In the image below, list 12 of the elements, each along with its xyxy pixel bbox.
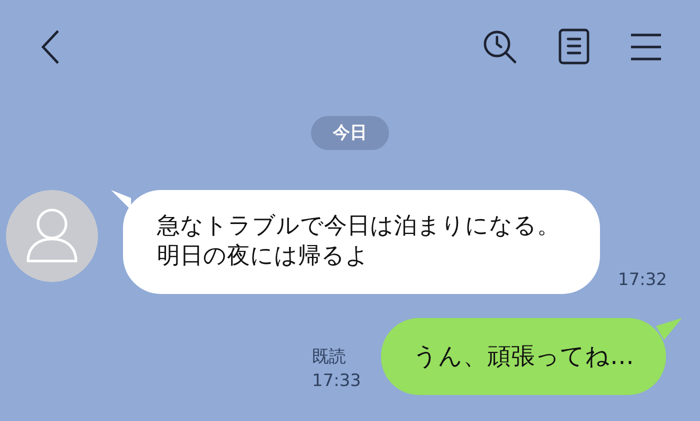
message-line: 急なトラブルで今日は泊まりになる。 xyxy=(157,212,560,241)
menu-icon[interactable] xyxy=(630,33,662,61)
message-time: 17:33 xyxy=(312,370,361,393)
bubble-tail xyxy=(656,318,682,340)
message-line: 明日の夜には帰るよ xyxy=(157,242,370,271)
back-icon[interactable] xyxy=(40,29,60,65)
date-separator: 今日 xyxy=(311,116,389,150)
read-receipt: 既読 xyxy=(312,346,347,369)
document-icon[interactable] xyxy=(558,28,590,66)
message-time: 17:32 xyxy=(618,269,667,292)
search-clock-icon[interactable] xyxy=(482,29,518,65)
message-bubble: うん、頑張ってね… xyxy=(381,318,666,395)
